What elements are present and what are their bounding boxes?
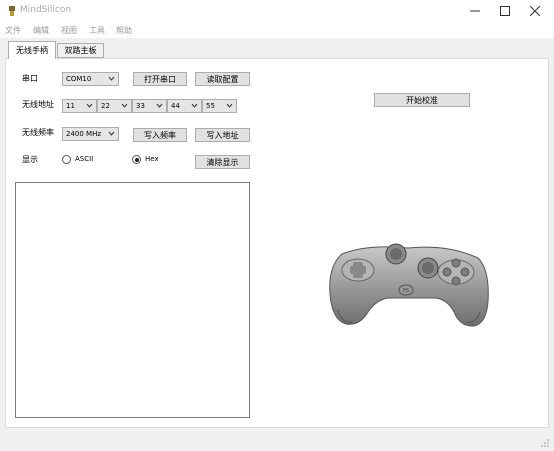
window-title: MindSilicon <box>20 5 72 15</box>
clear-display-button[interactable]: 清除显示 <box>195 155 250 169</box>
address-byte-3-value: 33 <box>136 102 145 110</box>
start-calibration-button[interactable]: 开始校准 <box>374 93 470 107</box>
maximize-icon <box>500 6 510 16</box>
serial-port-value: COM10 <box>66 75 92 83</box>
serial-label: 串口 <box>22 74 38 83</box>
chevron-down-icon <box>108 131 115 136</box>
address-byte-5-value: 55 <box>206 102 215 110</box>
address-byte-1-select[interactable]: 11 <box>62 99 97 113</box>
chevron-down-icon <box>156 103 163 108</box>
write-address-button[interactable]: 写入地址 <box>195 128 250 142</box>
menu-edit[interactable]: 编辑 <box>33 25 49 36</box>
tab-dual-board[interactable]: 双路主板 <box>57 43 104 58</box>
frequency-value: 2400 MHz <box>66 130 102 138</box>
display-label: 显示 <box>22 155 38 164</box>
address-label: 无线地址 <box>22 100 54 109</box>
close-icon <box>530 6 540 16</box>
menu-help[interactable]: 帮助 <box>116 25 132 36</box>
resize-grip-icon[interactable] <box>540 438 550 448</box>
minimize-icon <box>470 10 480 12</box>
hex-radio-label: Hex <box>145 155 159 163</box>
address-byte-3-select[interactable]: 33 <box>132 99 167 113</box>
frequency-select[interactable]: 2400 MHz <box>62 127 119 141</box>
menu-view[interactable]: 视图 <box>61 25 77 36</box>
frequency-label: 无线频率 <box>22 128 54 137</box>
menu-tools[interactable]: 工具 <box>89 25 105 36</box>
chevron-down-icon <box>226 103 233 108</box>
address-byte-2-select[interactable]: 22 <box>97 99 132 113</box>
gamepad-image: PS <box>329 243 489 327</box>
chevron-down-icon <box>86 103 93 108</box>
address-byte-1-value: 11 <box>66 102 75 110</box>
address-byte-5-select[interactable]: 55 <box>202 99 237 113</box>
chevron-down-icon <box>121 103 128 108</box>
menu-bar <box>0 22 554 38</box>
menu-file[interactable]: 文件 <box>5 25 21 36</box>
minimize-button[interactable] <box>460 0 490 22</box>
output-textbox[interactable] <box>15 182 250 418</box>
write-frequency-button[interactable]: 写入频率 <box>133 128 187 142</box>
address-byte-2-value: 22 <box>101 102 110 110</box>
app-icon <box>9 6 15 16</box>
close-button[interactable] <box>520 0 550 22</box>
tab-wireless-gamepad[interactable]: 无线手柄 <box>8 41 56 59</box>
hex-radio[interactable] <box>132 155 141 164</box>
address-byte-4-value: 44 <box>171 102 180 110</box>
ascii-radio[interactable] <box>62 155 71 164</box>
serial-port-select[interactable]: COM10 <box>62 72 119 86</box>
maximize-button[interactable] <box>490 0 520 22</box>
ascii-radio-label: ASCII <box>75 155 94 163</box>
read-config-button[interactable]: 读取配置 <box>195 72 250 86</box>
open-serial-button[interactable]: 打开串口 <box>133 72 187 86</box>
radio-selected-dot <box>134 157 139 162</box>
status-bar <box>0 431 554 451</box>
chevron-down-icon <box>108 76 115 81</box>
chevron-down-icon <box>191 103 198 108</box>
address-byte-4-select[interactable]: 44 <box>167 99 202 113</box>
gamepad-center-text: PS <box>403 288 409 294</box>
